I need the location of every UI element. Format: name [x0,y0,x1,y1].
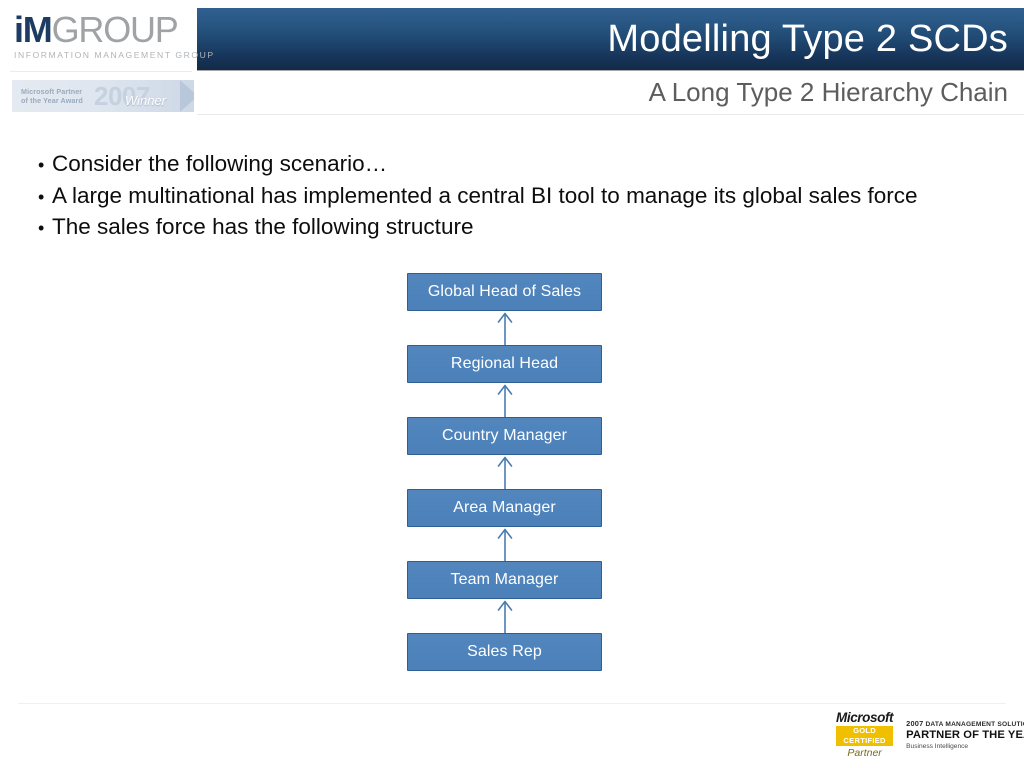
poty-subtitle: Business Intelligence [906,743,969,750]
bullet-text: The sales force has the following struct… [52,214,474,239]
award-line-1: Microsoft Partner [21,87,83,96]
hierarchy-node-team-manager: Team Manager [407,561,602,599]
microsoft-gold-partner-badge: Microsoft GOLD CERTIFIED Partner 2007 DA… [836,710,1024,759]
imgroup-logo: iMGROUP INFORMATION MANAGEMENT GROUP [14,11,215,63]
footer-divider [18,703,1006,704]
bullet-text: A large multinational has implemented a … [52,182,918,208]
chevron-right-icon [180,80,194,112]
microsoft-partner-award-badge: 2007 Microsoft Partner of the Year Award… [12,80,194,112]
gold-certified-label: GOLD CERTIFIED [836,725,894,746]
node-label: Area Manager [453,499,556,516]
poty-eyebrow: 2007 DATA MANAGEMENT SOLUTIONS [906,719,1024,729]
bullet-marker-icon: • [38,218,45,238]
arrow-up-icon [497,384,512,417]
page-title: Modelling Type 2 SCDs [607,18,1008,60]
hierarchy-node-area-manager: Area Manager [407,489,602,527]
poty-year: 2007 [906,719,924,728]
list-item: • Consider the following scenario… [38,149,988,181]
logo-tagline: INFORMATION MANAGEMENT GROUP [14,50,215,60]
node-label: Regional Head [450,355,559,372]
award-status: Winner [124,93,166,108]
microsoft-gold-certified-block: Microsoft GOLD CERTIFIED Partner [836,709,899,760]
arrow-up-icon [497,600,512,633]
bullet-marker-icon: • [38,155,45,175]
hierarchy-node-sales-rep: Sales Rep [407,633,602,671]
bullet-text: Consider the following scenario… [52,151,388,176]
arrow-up-icon [497,312,512,345]
node-label: Team Manager [450,571,559,588]
header-divider [197,114,1024,115]
logo-mark-light: GROUP [51,9,179,50]
partner-of-the-year-block: 2007 DATA MANAGEMENT SOLUTIONS PARTNER O… [899,719,1024,751]
node-label: Global Head of Sales [427,283,582,300]
logo-divider [10,71,192,72]
hierarchy-node-global-head-of-sales: Global Head of Sales [407,273,602,311]
page-subtitle: A Long Type 2 Hierarchy Chain [648,77,1008,107]
partner-label: Partner [847,746,882,759]
microsoft-wordmark: Microsoft [836,709,894,725]
arrow-up-icon [497,528,512,561]
slide-canvas: Modelling Type 2 SCDs A Long Type 2 Hier… [0,0,1024,768]
poty-category: DATA MANAGEMENT SOLUTIONS [925,721,1024,728]
sales-hierarchy-diagram: Global Head of Sales Regional Head Count… [407,273,602,673]
bullet-marker-icon: • [38,186,45,207]
logo-mark-bold: iM [14,9,53,50]
award-line-2: of the Year Award [21,96,83,105]
hierarchy-node-country-manager: Country Manager [407,417,602,455]
list-item: • The sales force has the following stru… [38,212,988,244]
node-label: Sales Rep [467,643,542,660]
list-item: • A large multinational has implemented … [38,181,988,213]
bullet-list: • Consider the following scenario… • A l… [38,149,988,244]
node-label: Country Manager [441,427,568,444]
logo-wordmark: iMGROUP [14,11,192,49]
header-band: Modelling Type 2 SCDs [197,8,1024,70]
hierarchy-node-regional-head: Regional Head [407,345,602,383]
poty-title: PARTNER OF THE YEAR [906,729,1024,741]
arrow-up-icon [497,456,512,489]
